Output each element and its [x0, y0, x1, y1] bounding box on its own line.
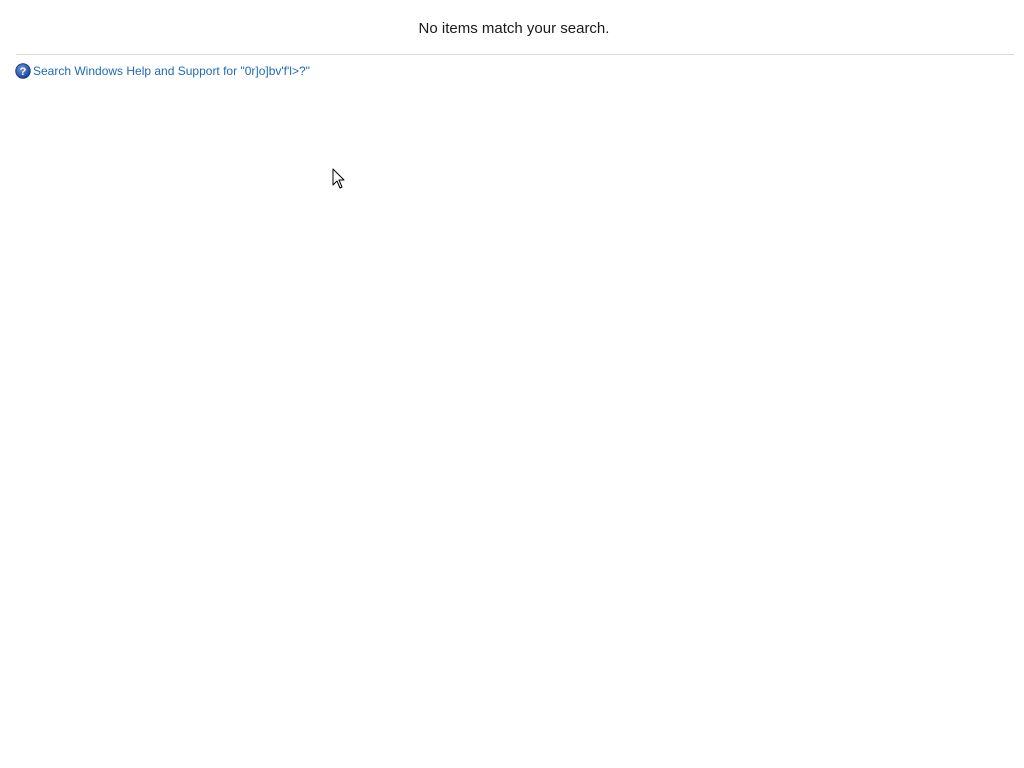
- arrow-cursor-icon: [332, 168, 346, 190]
- svg-text:?: ?: [20, 66, 27, 78]
- results-divider: [16, 54, 1014, 55]
- help-icon: ?: [15, 63, 31, 79]
- help-link-label: Search Windows Help and Support for "0r]…: [33, 64, 310, 78]
- search-help-link[interactable]: ? Search Windows Help and Support for "0…: [15, 62, 310, 80]
- no-results-message: No items match your search.: [418, 20, 610, 37]
- search-results-page: No items match your search. ? Search Win…: [0, 0, 1024, 768]
